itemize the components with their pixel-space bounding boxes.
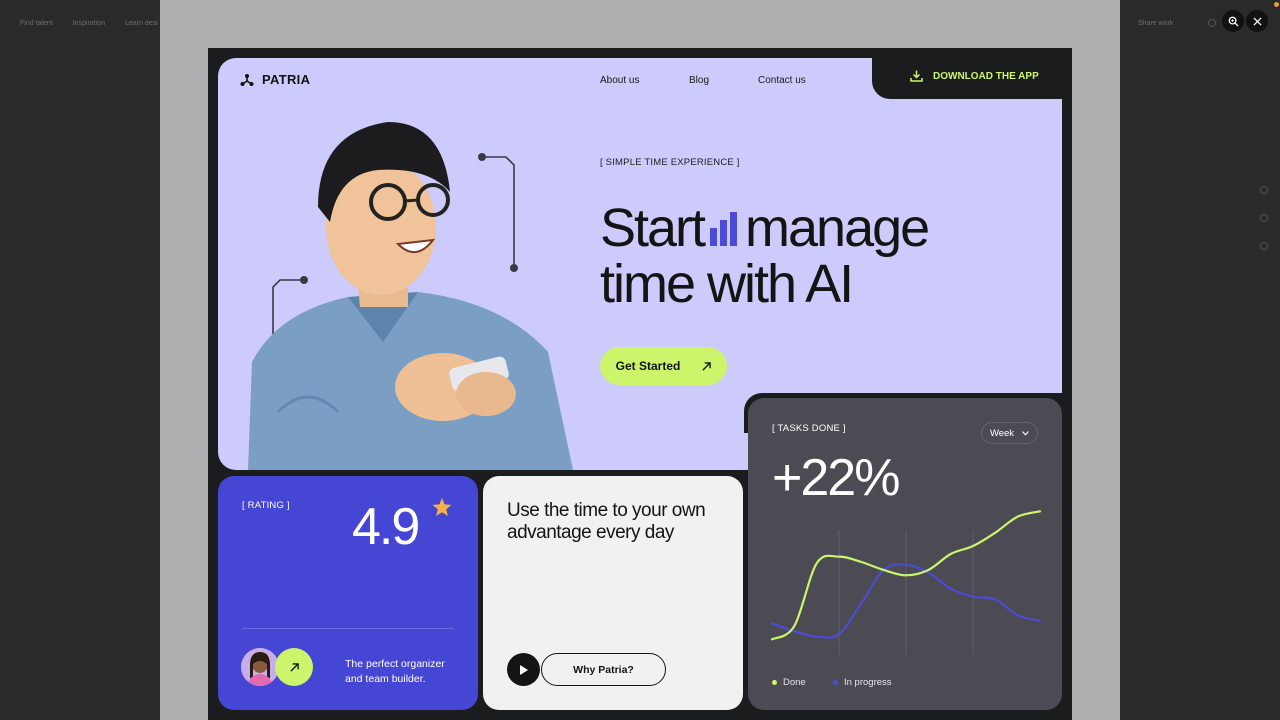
- hero-tag: [ SIMPLE TIME EXPERIENCE ]: [600, 157, 740, 168]
- rating-value: 4.9: [352, 498, 420, 556]
- bg-info-icon: [1260, 242, 1268, 250]
- nav-contact-us[interactable]: Contact us: [758, 75, 806, 86]
- nav-about-us[interactable]: About us: [600, 75, 639, 86]
- brand-name: PATRIA: [262, 72, 311, 87]
- nav-blog[interactable]: Blog: [689, 75, 709, 86]
- headline-line2: time with AI: [600, 254, 854, 314]
- why-patria-label: Why Patria?: [573, 663, 634, 676]
- rating-description: The perfect organizer and team builder.: [345, 658, 445, 685]
- download-app-button[interactable]: DOWNLOAD THE APP: [910, 70, 1039, 82]
- bg-nav-find-talent: Find talent: [20, 20, 53, 27]
- arrow-up-right-icon: [289, 662, 299, 672]
- legend-done-label: Done: [783, 677, 806, 688]
- bg-like-icon: [1208, 19, 1216, 27]
- legend-done-dot: [772, 680, 777, 685]
- why-patria-button[interactable]: Why Patria?: [541, 653, 666, 686]
- star-icon: [432, 498, 452, 516]
- bg-share-work: Share work: [1138, 20, 1174, 27]
- legend-in-progress-label: In progress: [844, 677, 892, 688]
- headline-manage: manage: [745, 198, 930, 258]
- play-icon: [520, 664, 528, 675]
- avatar: [241, 648, 279, 686]
- brand-logo[interactable]: PATRIA: [240, 72, 310, 87]
- bg-nav-learn: Learn desi: [124, 20, 158, 27]
- tasks-tag: [ TASKS DONE ]: [772, 423, 846, 434]
- get-started-label: Get Started: [615, 359, 681, 373]
- brand-mark-icon: [240, 73, 254, 86]
- chevron-down-icon: [1022, 430, 1029, 436]
- notification-dot: [1274, 2, 1279, 7]
- close-icon[interactable]: [1246, 10, 1268, 32]
- rating-tag: [ RATING ]: [242, 500, 290, 511]
- period-label: Week: [989, 427, 1015, 439]
- legend-in-progress-dot: [833, 680, 838, 685]
- zoom-icon[interactable]: [1222, 10, 1244, 32]
- get-started-button[interactable]: Get Started: [600, 347, 727, 385]
- download-icon: [910, 70, 923, 82]
- bg-nav-inspiration: Inspiration: [72, 20, 105, 27]
- background-nav: Find talent Inspiration Learn desi: [20, 20, 158, 27]
- period-dropdown[interactable]: Week: [981, 422, 1038, 444]
- rating-arrow-button[interactable]: [275, 648, 313, 686]
- tasks-line-chart: [770, 510, 1042, 655]
- rating-divider: [242, 628, 454, 629]
- headline-start: Start: [600, 198, 706, 258]
- bg-comment-icon: [1260, 186, 1268, 194]
- hero-headline: Start manage time with AI: [600, 198, 930, 314]
- bar-chart-icon: [710, 212, 738, 246]
- download-app-label: DOWNLOAD THE APP: [933, 70, 1039, 82]
- legend-in-progress: In progress: [833, 677, 892, 688]
- arrow-up-right-icon: [702, 361, 712, 371]
- bg-share-icon: [1260, 214, 1268, 222]
- feature-title: Use the time to your own advantage every…: [507, 500, 706, 543]
- person-photo: [248, 122, 573, 470]
- play-button[interactable]: [507, 653, 540, 686]
- legend-done: Done: [772, 677, 806, 688]
